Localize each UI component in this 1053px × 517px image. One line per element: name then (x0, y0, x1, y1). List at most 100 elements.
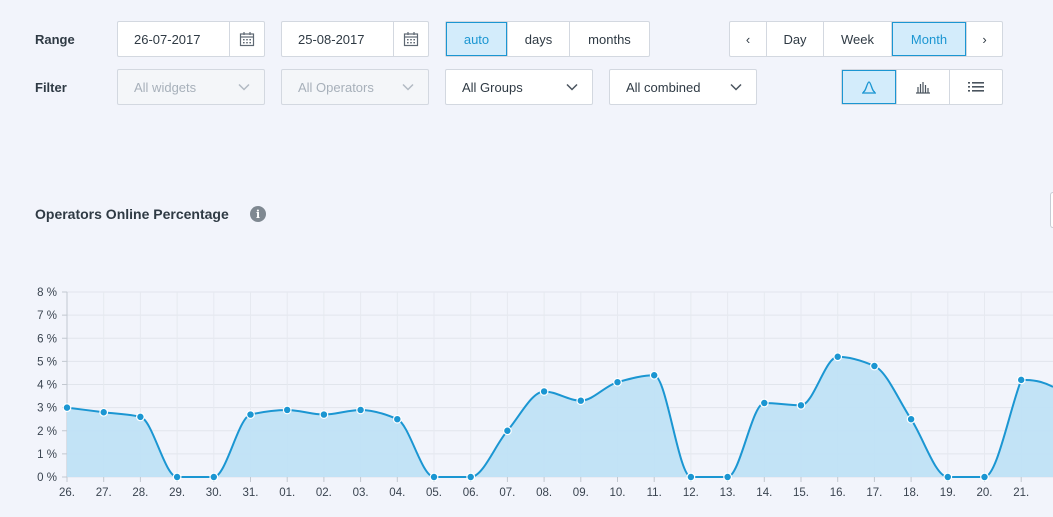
x-tick-label: 12. (683, 487, 699, 499)
data-point (686, 472, 696, 482)
date-to-field[interactable]: 25-08-2017 (281, 21, 429, 57)
date-from-field[interactable]: 26-07-2017 (117, 21, 265, 57)
data-point (796, 400, 806, 410)
calendar-icon[interactable] (393, 22, 428, 56)
x-tick-label: 14. (756, 487, 772, 499)
next-period-button[interactable]: › (967, 22, 1002, 56)
groups-select-value: All Groups (462, 79, 523, 95)
data-point (576, 396, 586, 406)
data-point (99, 407, 109, 417)
x-tick-label: 13. (720, 487, 736, 499)
data-point (980, 472, 989, 482)
x-tick-label: 01. (279, 487, 295, 499)
bar-chart-icon (915, 80, 931, 94)
x-tick-label: 11. (647, 487, 662, 499)
list-view-button[interactable] (950, 70, 1002, 104)
x-tick-label: 07. (499, 487, 515, 499)
x-tick-label: 29. (169, 487, 185, 499)
data-point (943, 472, 953, 482)
granularity-toggle: auto days months (445, 21, 650, 57)
granularity-days-button[interactable]: days (508, 22, 570, 56)
x-tick-label: 26. (59, 487, 75, 499)
date-to-value[interactable]: 25-08-2017 (282, 32, 393, 47)
x-tick-label: 04. (389, 487, 405, 499)
y-tick-label: 4 % (37, 380, 57, 392)
data-point (613, 377, 622, 387)
x-tick-label: 28. (132, 487, 148, 499)
data-point (649, 370, 659, 380)
date-from-value[interactable]: 26-07-2017 (118, 32, 229, 47)
data-point (466, 472, 476, 482)
bar-chart-view-button[interactable] (897, 70, 950, 104)
operators-select[interactable]: All Operators (281, 69, 429, 105)
x-tick-label: 19. (940, 487, 956, 499)
combined-select-value: All combined (626, 79, 701, 95)
data-point (209, 472, 219, 482)
period-week-button[interactable]: Week (824, 22, 892, 56)
data-point (356, 405, 366, 415)
data-point (906, 414, 916, 424)
section-title: Operators Online Percentage (35, 206, 229, 222)
x-tick-label: 02. (316, 487, 332, 499)
data-point (135, 412, 145, 422)
groups-select[interactable]: All Groups (445, 69, 593, 105)
calendar-icon[interactable] (229, 22, 264, 56)
widgets-select-value: All widgets (134, 79, 197, 95)
y-tick-label: 1 % (37, 449, 57, 461)
data-point (870, 361, 879, 371)
x-tick-label: 27. (96, 487, 112, 499)
y-tick-label: 5 % (37, 356, 57, 368)
data-point (62, 403, 72, 413)
period-selector: ‹ Day Week Month › (729, 21, 1003, 57)
data-point (429, 472, 439, 482)
y-tick-label: 8 % (37, 287, 57, 299)
chevron-down-icon (238, 83, 250, 91)
x-tick-label: 18. (903, 487, 919, 499)
combined-select[interactable]: All combined (609, 69, 757, 105)
operators-select-value: All Operators (298, 79, 374, 95)
chevron-down-icon (730, 83, 742, 91)
x-tick-label: 20. (977, 487, 993, 499)
line-chart-icon (861, 80, 877, 94)
data-point (723, 472, 732, 482)
list-icon (968, 81, 984, 93)
previous-period-button[interactable]: ‹ (730, 22, 767, 56)
period-day-button[interactable]: Day (767, 22, 824, 56)
data-point (246, 410, 255, 419)
data-point (282, 405, 292, 415)
data-point (503, 426, 512, 436)
x-tick-label: 21. (1013, 487, 1029, 499)
data-point (392, 414, 402, 424)
view-mode-toggle (841, 69, 1003, 105)
period-month-button[interactable]: Month (892, 22, 967, 56)
x-tick-label: 16. (830, 487, 846, 499)
operators-online-chart: 0 % 1 % 2 % 3 % 4 % 5 % 6 % 7 % 8 % 26. 27. 28. 29. 3… (37, 287, 1053, 499)
line-chart-view-button[interactable] (842, 70, 897, 104)
data-point (833, 352, 843, 362)
info-icon[interactable]: i (250, 206, 266, 222)
x-tick-label: 08. (536, 487, 552, 499)
granularity-months-button[interactable]: months (570, 22, 649, 56)
y-tick-label: 6 % (37, 333, 57, 345)
x-tick-label: 17. (866, 487, 882, 499)
range-label: Range (35, 32, 75, 47)
y-tick-label: 3 % (37, 403, 57, 415)
data-point (319, 410, 329, 419)
x-tick-label: 15. (793, 487, 809, 499)
granularity-auto-button[interactable]: auto (446, 22, 508, 56)
y-tick-label: 0 % (37, 472, 57, 484)
x-tick-label: 31. (243, 487, 259, 499)
x-tick-label: 06. (463, 487, 479, 499)
x-tick-label: 30. (206, 487, 222, 499)
chevron-down-icon (402, 83, 414, 91)
x-tick-label: 10. (610, 487, 626, 499)
data-point (172, 472, 182, 482)
y-tick-label: 2 % (37, 426, 57, 438)
filter-label: Filter (35, 80, 67, 95)
x-tick-label: 09. (573, 487, 589, 499)
data-point (1016, 375, 1026, 385)
data-point (759, 398, 769, 408)
widgets-select[interactable]: All widgets (117, 69, 265, 105)
x-tick-label: 05. (426, 487, 442, 499)
x-tick-label: 03. (353, 487, 369, 499)
